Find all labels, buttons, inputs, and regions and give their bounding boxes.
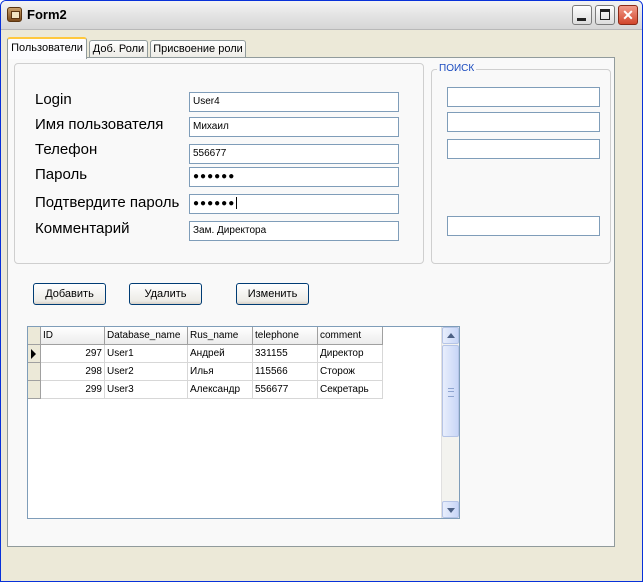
cell-id[interactable]: 299 (41, 381, 105, 399)
phone-label: Телефон (35, 141, 98, 158)
window-title: Form2 (27, 7, 67, 22)
grid-vertical-scrollbar[interactable] (441, 327, 459, 518)
cell-telephone[interactable]: 556677 (253, 381, 318, 399)
close-icon: ✕ (622, 7, 634, 23)
row-indicator[interactable] (28, 381, 41, 399)
username-label: Имя пользователя (35, 116, 164, 133)
cell-database-name[interactable]: User1 (105, 345, 188, 363)
tab-assign-role[interactable]: Присвоение роли (150, 40, 246, 58)
minimize-button[interactable] (572, 5, 592, 25)
maximize-icon (600, 9, 610, 20)
add-button[interactable]: Добавить (33, 283, 106, 305)
phone-input[interactable]: 556677 (189, 144, 399, 164)
column-header-telephone[interactable]: telephone (253, 327, 318, 345)
text-caret (236, 197, 238, 210)
table-row[interactable]: 297 User1 Андрей 331155 Директор (28, 345, 398, 363)
app-icon[interactable] (7, 7, 22, 22)
search-group: ПОИСК (431, 63, 611, 264)
column-header-id[interactable]: ID (41, 327, 105, 345)
delete-button[interactable]: Удалить (129, 283, 202, 305)
cell-database-name[interactable]: User2 (105, 363, 188, 381)
cell-rus-name[interactable]: Илья (188, 363, 253, 381)
users-data-grid[interactable]: ID Database_name Rus_name telephone comm… (27, 326, 460, 519)
maximize-button[interactable] (595, 5, 615, 25)
cell-comment[interactable]: Директор (318, 345, 383, 363)
username-input[interactable]: Михаил (189, 117, 399, 137)
comment-input[interactable]: Зам. Директора (189, 221, 399, 241)
cell-database-name[interactable]: User3 (105, 381, 188, 399)
confirm-password-value: ●●●●●● (193, 198, 236, 209)
comment-label: Комментарий (35, 220, 130, 237)
search-legend: ПОИСК (437, 63, 477, 74)
form2-window: Form2 ✕ Пользователи Доб. Роли Присвоени… (0, 0, 643, 582)
login-label: Login (35, 91, 72, 108)
cell-telephone[interactable]: 331155 (253, 345, 318, 363)
user-form-group: Login User4 Имя пользователя Михаил Теле… (14, 63, 424, 264)
grid-header-row: ID Database_name Rus_name telephone comm… (28, 327, 398, 345)
tab-users[interactable]: Пользователи (7, 37, 87, 59)
scroll-up-button[interactable] (442, 327, 459, 344)
client-area: Пользователи Доб. Роли Присвоение роли L… (4, 32, 639, 578)
arrow-down-icon (447, 508, 455, 513)
search-comment-input[interactable] (447, 216, 600, 236)
cell-id[interactable]: 297 (41, 345, 105, 363)
users-tab-panel: Login User4 Имя пользователя Михаил Теле… (7, 57, 615, 547)
grip-icon (448, 388, 454, 397)
cell-telephone[interactable]: 115566 (253, 363, 318, 381)
arrow-up-icon (447, 333, 455, 338)
search-username-input[interactable] (447, 112, 600, 132)
edit-button[interactable]: Изменить (236, 283, 309, 305)
cell-comment[interactable]: Сторож (318, 363, 383, 381)
password-input[interactable]: ●●●●●● (189, 167, 399, 187)
minimize-icon (577, 18, 586, 21)
cell-rus-name[interactable]: Александр (188, 381, 253, 399)
current-row-pointer-icon (31, 349, 36, 359)
column-header-database-name[interactable]: Database_name (105, 327, 188, 345)
table-row[interactable]: 299 User3 Александр 556677 Секретарь (28, 381, 398, 399)
row-indicator[interactable] (28, 363, 41, 381)
column-header-rus-name[interactable]: Rus_name (188, 327, 253, 345)
confirm-password-input[interactable]: ●●●●●● (189, 194, 399, 214)
confirm-password-label: Подтвердите пароль (35, 194, 180, 211)
tab-add-roles[interactable]: Доб. Роли (89, 40, 148, 58)
cell-rus-name[interactable]: Андрей (188, 345, 253, 363)
search-login-input[interactable] (447, 87, 600, 107)
scroll-thumb[interactable] (442, 345, 459, 437)
row-indicator[interactable] (28, 345, 41, 363)
search-phone-input[interactable] (447, 139, 600, 159)
cell-comment[interactable]: Секретарь (318, 381, 383, 399)
cell-id[interactable]: 298 (41, 363, 105, 381)
password-label: Пароль (35, 166, 88, 183)
table-row[interactable]: 298 User2 Илья 115566 Сторож (28, 363, 398, 381)
scroll-down-button[interactable] (442, 501, 459, 518)
column-header-comment[interactable]: comment (318, 327, 383, 345)
login-input[interactable]: User4 (189, 92, 399, 112)
close-button[interactable]: ✕ (618, 5, 638, 25)
grid-header-indicator (28, 327, 41, 345)
title-bar[interactable]: Form2 ✕ (1, 1, 642, 30)
